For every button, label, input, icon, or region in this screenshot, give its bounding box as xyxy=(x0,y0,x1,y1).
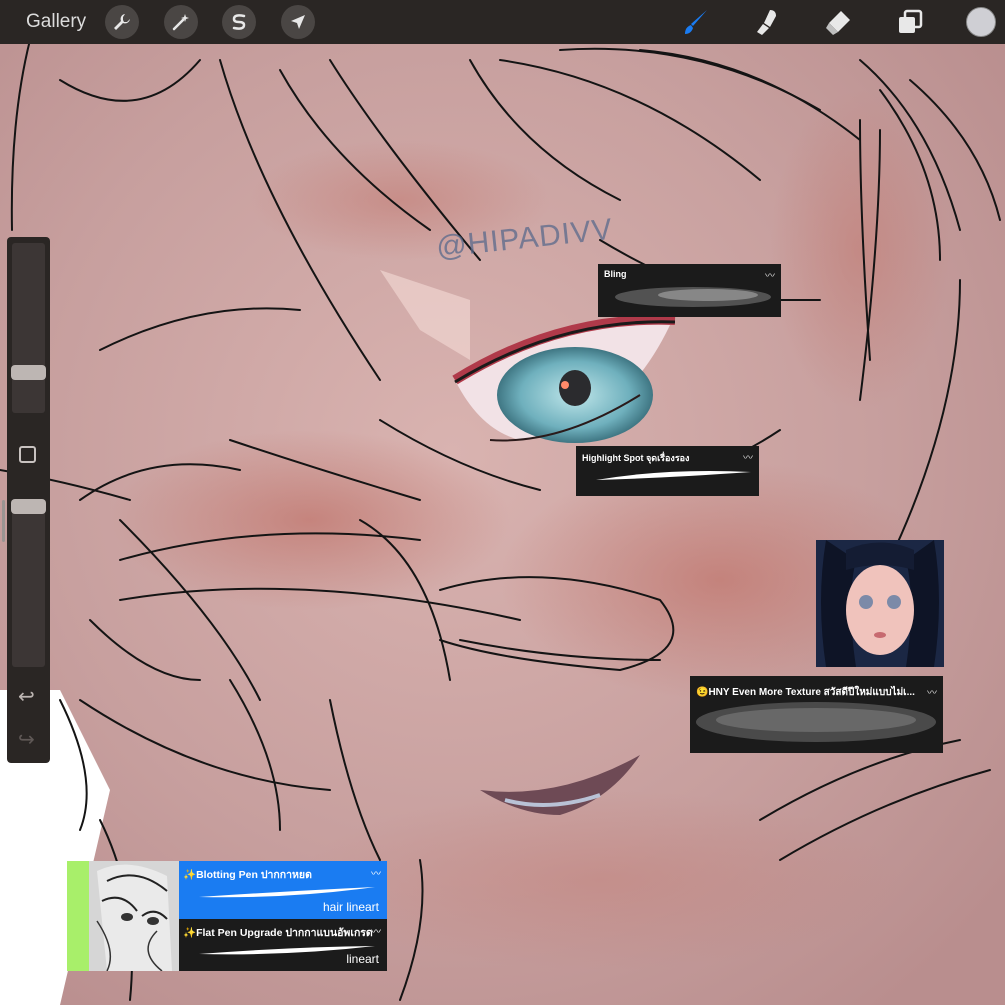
brush-stroke-preview xyxy=(596,471,751,480)
drawing-canvas[interactable] xyxy=(0,0,1005,1005)
smudge-icon[interactable] xyxy=(752,7,782,37)
opacity-handle[interactable] xyxy=(11,499,46,514)
selection-s-icon[interactable] xyxy=(222,5,256,39)
portrait-illustration xyxy=(816,540,944,667)
top-toolbar: Gallery xyxy=(0,0,1005,44)
brush-icon[interactable] xyxy=(681,7,711,37)
brush-card-highlight-spot[interactable]: Highlight Spot จุดเรื่องรอง 〰 xyxy=(576,446,759,496)
eraser-icon[interactable] xyxy=(823,7,853,37)
brush-size-slider[interactable] xyxy=(12,243,45,413)
brush-thumbnail-portrait[interactable] xyxy=(816,540,944,667)
sidebar-edge-handle[interactable] xyxy=(2,500,5,542)
square-icon[interactable] xyxy=(19,446,36,463)
magic-wand-icon[interactable] xyxy=(164,5,198,39)
brush-card-blotting-pen[interactable]: ✨Blotting Pen ปากกาหยด 〰 hair lineart xyxy=(179,861,387,919)
brush-stroke-preview xyxy=(696,702,936,742)
artwork xyxy=(0,0,1005,1005)
wrench-icon[interactable] xyxy=(105,5,139,39)
brush-size-handle[interactable] xyxy=(11,365,46,380)
brush-tag: hair lineart xyxy=(322,900,379,914)
brush-card-hny-texture[interactable]: 😉HNY Even More Texture สวัสดีปีใหม่แบบไม… xyxy=(690,676,943,753)
redo-icon[interactable]: ↪ xyxy=(18,727,35,752)
brush-card-bling[interactable]: Bling 〰 xyxy=(598,264,781,317)
left-sidebar: ↩ ↪ xyxy=(7,237,50,763)
layers-icon[interactable] xyxy=(895,7,925,37)
brush-card-flat-pen[interactable]: ✨Flat Pen Upgrade ปากกาแบนอัพเกรด 〰 line… xyxy=(179,919,387,971)
color-swatch[interactable] xyxy=(966,7,996,37)
undo-icon[interactable]: ↩ xyxy=(18,684,35,709)
opacity-slider[interactable] xyxy=(12,499,45,667)
brush-set-thumbnail[interactable] xyxy=(67,861,179,971)
brush-stroke-preview xyxy=(615,287,771,307)
brush-tag: lineart xyxy=(346,952,379,966)
lineart-illustration xyxy=(67,861,179,971)
transform-arrow-icon[interactable] xyxy=(281,5,315,39)
gallery-button[interactable]: Gallery xyxy=(26,11,86,33)
